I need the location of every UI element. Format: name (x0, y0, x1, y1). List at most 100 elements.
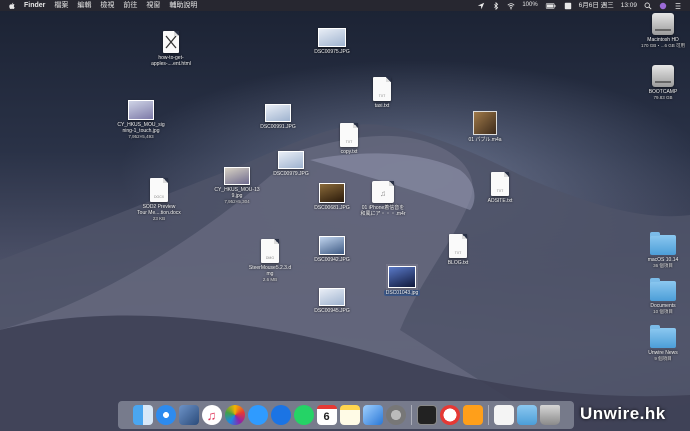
music-file-icon (473, 111, 497, 135)
desktop-file-iphone-ringtone[interactable]: ♫ 01 iPhone着信音を 和風にア・・・.m4r (343, 181, 423, 217)
messages-icon[interactable] (247, 405, 268, 425)
file-label: taxi.txt (374, 103, 390, 109)
menu-file[interactable]: 檔案 (54, 0, 68, 11)
photo-thumbnail-icon (386, 264, 418, 290)
folder-macos[interactable]: macOS 10.14 36 個項目 (623, 232, 690, 268)
messenger-icon[interactable] (270, 405, 291, 425)
finder-icon[interactable] (132, 405, 153, 425)
calendar-icon[interactable]: 6 (316, 405, 337, 425)
input-source-icon[interactable] (564, 2, 572, 10)
html-file-icon (163, 31, 179, 53)
folder-item-count: 36 個項目 (653, 263, 673, 268)
menu-window[interactable]: 視窗 (146, 0, 160, 11)
text-file-icon: TXT (340, 123, 358, 147)
folder-icon[interactable] (516, 405, 537, 425)
search-icon[interactable] (644, 2, 652, 10)
file-label: DSC00975.JPG (314, 49, 350, 55)
word-document-icon: DOCX (150, 178, 168, 202)
folder-unwire-news[interactable]: Unwire News 9 個項目 (623, 325, 690, 361)
siri-icon[interactable] (659, 2, 667, 10)
wifi-icon[interactable] (507, 2, 515, 10)
file-label: DSC00945.JPG (314, 308, 350, 314)
file-label: 01 パブル.m4a (468, 137, 502, 143)
trash-icon[interactable] (539, 405, 560, 425)
apple-menu-icon[interactable] (8, 2, 16, 10)
desktop-file-dsc01043[interactable]: DSC01043.jpg (362, 264, 442, 296)
photos-icon[interactable] (224, 405, 245, 425)
status-area: 100% 6月6日 週三 13:09 (477, 0, 690, 11)
photo-thumbnail-icon (319, 183, 345, 203)
terminal-icon[interactable] (416, 405, 437, 425)
desktop-file-pable[interactable]: 01 パブル.m4a (445, 111, 525, 143)
menubar-date[interactable]: 6月6日 週三 (579, 0, 614, 11)
menu-go[interactable]: 前往 (123, 0, 137, 11)
xcode-icon[interactable] (362, 405, 383, 425)
hard-drive-icon (652, 13, 674, 35)
document-icon[interactable] (493, 405, 514, 425)
photo-thumbnail-icon (128, 100, 154, 120)
news-icon[interactable] (439, 405, 460, 425)
watermark-logo: Unwire.hk (580, 404, 666, 423)
file-label: copy.txt (340, 149, 358, 155)
menubar-time[interactable]: 13:09 (621, 0, 637, 11)
settings-icon[interactable] (385, 405, 406, 425)
menu-edit[interactable]: 編輯 (77, 0, 91, 11)
safari-icon[interactable] (155, 405, 176, 425)
home-icon[interactable] (462, 405, 483, 425)
file-label-line2: apples-....ent.html (151, 61, 191, 67)
battery-percent: 100% (522, 2, 538, 8)
desktop-file-dsc00945[interactable]: DSC00945.JPG (292, 288, 372, 314)
volume-capacity: 79.83 GB (653, 95, 673, 100)
menu-help[interactable]: 輔助說明 (169, 0, 197, 11)
calendar-day: 6 (323, 411, 330, 423)
desktop-file-blog[interactable]: TXT BLOG.txt (418, 234, 498, 266)
photo-thumbnail-icon (265, 104, 291, 122)
photo-thumbnail-icon (319, 288, 345, 306)
text-file-icon: TXT (449, 234, 467, 258)
desktop-file-how-to[interactable]: how-to-get- apples-....ent.html (131, 31, 211, 67)
dock-separator (410, 405, 412, 425)
notification-center-icon[interactable] (674, 2, 682, 10)
desktop: Finder 檔案 編輯 檢視 前往 視窗 輔助說明 100% 6月6日 週三 … (0, 0, 690, 431)
text-file-icon: TXT (491, 172, 509, 196)
volume-capacity: 170 GB・...6 GB 可用 (640, 43, 685, 48)
whatsapp-icon[interactable] (293, 405, 314, 425)
folder-icon (650, 232, 676, 255)
dock: ♫ 6 (118, 401, 574, 429)
preview-icon[interactable] (178, 405, 199, 425)
desktop-file-cy-signing[interactable]: CY_HKUS_MOU_sig ning-1_touch.jpg 7,952×5… (101, 100, 181, 139)
file-label: DSC01043.jpg (383, 290, 421, 296)
file-label: ADSITE.txt (487, 198, 513, 204)
file-label: DSC00991.JPG (260, 124, 296, 130)
battery-icon[interactable] (545, 2, 557, 10)
file-label: BLOG.txt (447, 260, 469, 266)
notes-icon[interactable] (339, 405, 360, 425)
desktop-file-sod2[interactable]: DOCX SOD2 Preview Tour Me....tion.docx 2… (119, 178, 199, 221)
volume-macintosh-hd[interactable]: Macintosh HD 170 GB・...6 GB 可用 (623, 13, 690, 48)
desktop-file-cy-mou-139[interactable]: CY_HKUS_MOU-13 9.jpg 7,952×5,304 (197, 167, 277, 204)
volume-bootcamp[interactable]: BOOTCAMP 79.83 GB (623, 65, 690, 100)
menu-app-name[interactable]: Finder (24, 0, 45, 11)
desktop-file-dsc00991[interactable]: DSC00991.JPG (238, 104, 318, 130)
folder-icon (650, 325, 676, 348)
desktop-file-dsc00942[interactable]: DSC00942.JPG (292, 236, 372, 263)
file-label: DSC00942.JPG (314, 257, 350, 263)
folder-icon (650, 278, 676, 301)
desktop-file-dsc00975[interactable]: DSC00975.JPG (292, 28, 372, 55)
folder-item-count: 10 個項目 (653, 309, 673, 314)
music-icon[interactable]: ♫ (201, 405, 222, 425)
bluetooth-icon[interactable] (492, 1, 500, 10)
folder-documents[interactable]: Documents 10 個項目 (623, 278, 690, 314)
file-size: 23 KB (152, 216, 166, 221)
file-label-line2: 和風にア・・・.m4r (360, 211, 406, 217)
menu-view[interactable]: 檢視 (100, 0, 114, 11)
hard-drive-icon (652, 65, 674, 87)
location-icon[interactable] (477, 2, 485, 10)
audio-file-icon: ♫ (372, 181, 394, 203)
text-file-icon: TXT (373, 77, 391, 101)
desktop-file-adsite[interactable]: TXT ADSITE.txt (460, 172, 540, 204)
photo-thumbnail-icon (278, 151, 304, 169)
desktop-file-taxi[interactable]: TXT taxi.txt (342, 77, 422, 109)
file-dimensions: 7,952×5,304 (224, 199, 250, 204)
disk-image-icon: DMG (261, 239, 279, 263)
